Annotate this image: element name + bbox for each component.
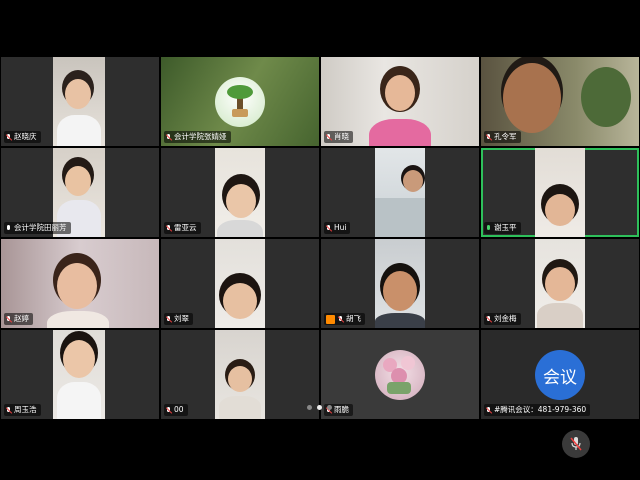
video-feed (53, 57, 105, 146)
participant-label: 会计学院田丽芳 (4, 222, 71, 234)
video-feed (375, 148, 425, 237)
video-feed (215, 239, 265, 328)
mic-muted-icon (486, 133, 491, 141)
participant-tile[interactable]: 赵晓庆 (1, 57, 159, 146)
page-dot[interactable] (307, 405, 312, 410)
mic-speaking-icon (486, 224, 491, 232)
participant-label: 谢玉平 (484, 222, 521, 234)
mic-muted-icon (166, 224, 171, 232)
participant-label: Hui (324, 222, 351, 234)
participant-tile[interactable]: 会计学院田丽芳 (1, 148, 159, 237)
participant-tile[interactable]: 会议 #腾讯会议：481-979-360 (481, 330, 639, 419)
mic-muted-icon (166, 133, 171, 141)
mic-muted-icon (6, 133, 11, 141)
mic-muted-icon (6, 406, 11, 414)
mute-button[interactable] (562, 430, 590, 458)
video-feed (215, 330, 265, 419)
participant-tile[interactable]: 周玉浩 (1, 330, 159, 419)
participant-tile[interactable]: Hui (321, 148, 479, 237)
participant-label: 00 (164, 404, 188, 416)
mic-icon (6, 224, 11, 232)
mic-muted-icon (6, 315, 11, 323)
video-feed (535, 239, 585, 328)
participant-tile[interactable]: 雷亚云 (161, 148, 319, 237)
participant-tile[interactable]: 会计学院张婧娅 (161, 57, 319, 146)
video-feed (53, 330, 105, 419)
mic-muted-icon (486, 315, 491, 323)
mic-muted-icon (338, 315, 343, 323)
screen-share-icon (326, 314, 335, 324)
participant-tile[interactable]: 刘翠 (161, 239, 319, 328)
participant-label: 雷亚云 (164, 222, 201, 234)
participant-label: 刘金梅 (484, 313, 521, 325)
participant-tile-active-speaker[interactable]: 谢玉平 (481, 148, 639, 237)
mic-muted-icon (570, 437, 582, 451)
participant-tile[interactable]: 00 (161, 330, 319, 419)
mic-muted-icon (166, 315, 171, 323)
participant-label: 胡飞 (324, 313, 365, 325)
mic-muted-icon (166, 406, 171, 414)
video-feed (375, 239, 425, 328)
participant-label: 周玉浩 (4, 404, 41, 416)
page-indicator[interactable] (307, 405, 332, 410)
meeting-logo: 会议 (535, 350, 585, 400)
mic-muted-icon (326, 224, 331, 232)
participant-tile[interactable]: 雨脆 (321, 330, 479, 419)
participant-tile[interactable]: 刘金梅 (481, 239, 639, 328)
participant-label: 会计学院张婧娅 (164, 131, 231, 143)
participant-grid: 赵晓庆 会计学院张婧娅 肖晓 孔令军 会计学院田丽芳 雷亚云 Hui 谢玉平 赵… (0, 56, 640, 422)
mic-muted-icon (486, 406, 491, 414)
participant-tile[interactable]: 孔令军 (481, 57, 639, 146)
participant-label: 刘翠 (164, 313, 193, 325)
avatar (215, 77, 265, 127)
video-feed (535, 148, 585, 237)
mic-muted-icon (326, 133, 331, 141)
participant-label: 赵晓庆 (4, 131, 41, 143)
participant-label: 肖晓 (324, 131, 353, 143)
participant-label: 孔令军 (484, 131, 521, 143)
page-dot-current[interactable] (317, 405, 322, 410)
participant-tile[interactable]: 赵婷 (1, 239, 159, 328)
page-dot[interactable] (327, 405, 332, 410)
participant-tile[interactable]: 胡飞 (321, 239, 479, 328)
participant-label: #腾讯会议：481-979-360 (484, 404, 591, 416)
participant-tile[interactable]: 肖晓 (321, 57, 479, 146)
video-feed (215, 148, 265, 237)
participant-label: 赵婷 (4, 313, 33, 325)
avatar (375, 350, 425, 400)
